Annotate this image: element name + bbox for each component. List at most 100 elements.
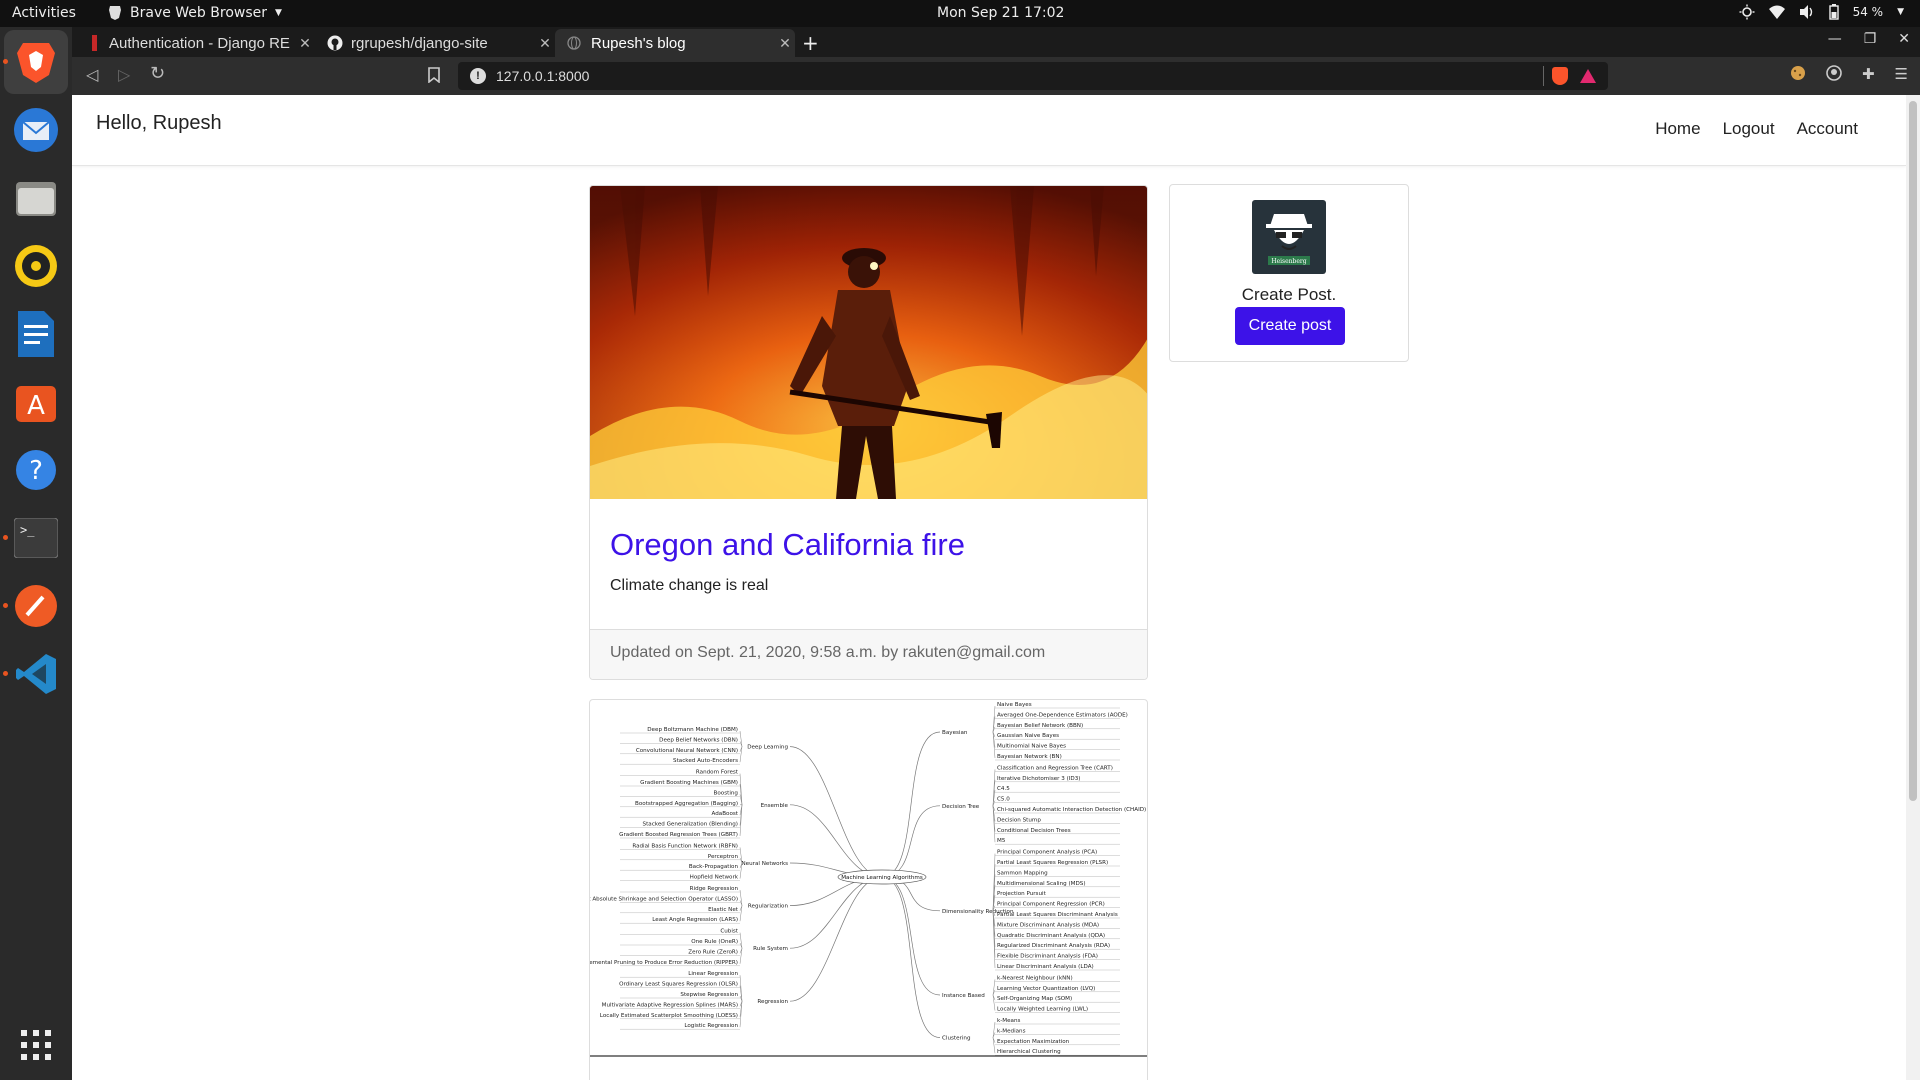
mindmap-leaf: Deep Belief Networks (DBN) bbox=[659, 737, 738, 743]
mindmap-leaf: Conditional Decision Trees bbox=[997, 828, 1071, 834]
show-applications-icon[interactable] bbox=[11, 1020, 61, 1070]
github-icon[interactable] bbox=[1826, 65, 1842, 81]
mindmap-leaf: Projection Pursuit bbox=[997, 891, 1047, 897]
mindmap-leaf: Expectation Maximization bbox=[997, 1039, 1070, 1045]
tab-github[interactable]: rgrupesh/django-site ✕ bbox=[315, 29, 555, 57]
mindmap-image[interactable]: Deep Learning Deep Boltzmann Machine (DBM… bbox=[590, 700, 1148, 1080]
svg-text:>_: >_ bbox=[20, 523, 35, 537]
post-image-firefighter[interactable] bbox=[590, 186, 1147, 499]
mindmap-leaf: Deep Boltzmann Machine (DBM) bbox=[647, 727, 738, 733]
rhythmbox-icon[interactable] bbox=[11, 241, 61, 291]
close-icon[interactable]: ✕ bbox=[295, 35, 315, 52]
post-title[interactable]: Oregon and California fire bbox=[610, 527, 1127, 563]
volume-icon bbox=[1799, 5, 1812, 19]
post-footer: Updated on Sept. 21, 2020, 9:58 a.m. by … bbox=[590, 629, 1147, 679]
mindmap-leaf: Cubist bbox=[720, 929, 738, 935]
close-icon[interactable]: ✕ bbox=[1898, 31, 1910, 47]
mindmap-leaf: Least Angle Regression (LARS) bbox=[652, 917, 738, 923]
mindmap-leaf: Classification and Regression Tree (CART… bbox=[997, 765, 1113, 771]
postman-icon[interactable] bbox=[11, 581, 61, 631]
mindmap-leaf: Gradient Boosting Machines (GBM) bbox=[640, 780, 738, 786]
window-controls: — ❐ ✕ bbox=[1828, 31, 1910, 47]
mindmap-leaf: Random Forest bbox=[696, 770, 739, 776]
back-icon[interactable]: ◁ bbox=[86, 65, 98, 84]
nav-account-link[interactable]: Account bbox=[1797, 119, 1858, 139]
files-icon[interactable] bbox=[11, 173, 61, 223]
menu-icon[interactable]: ☰ bbox=[1895, 65, 1908, 83]
mindmap-branch bbox=[789, 876, 883, 949]
night-light-icon bbox=[1739, 4, 1755, 20]
app-menu[interactable]: Brave Web Browser ▼ bbox=[108, 5, 282, 21]
close-icon[interactable]: ✕ bbox=[535, 35, 555, 52]
mindmap-leaf: AdaBoost bbox=[712, 811, 739, 817]
terminal-icon[interactable]: >_ bbox=[11, 513, 61, 563]
avatar: Heisenberg bbox=[1252, 200, 1326, 274]
libreoffice-writer-icon[interactable] bbox=[11, 309, 61, 359]
mindmap-leaf: Mixture Discriminant Analysis (MDA) bbox=[997, 922, 1099, 928]
mindmap-leaf: Least Absolute Shrinkage and Selection O… bbox=[590, 896, 738, 902]
scrollbar[interactable] bbox=[1906, 95, 1920, 1080]
mindmap-leaf: Sammon Mapping bbox=[997, 870, 1048, 876]
tab-strip: Authentication - Django RE ✕ rgrupesh/dj… bbox=[72, 27, 1920, 57]
running-indicator bbox=[3, 671, 8, 676]
mindmap-leaf: Principal Component Regression (PCR) bbox=[997, 902, 1105, 908]
activities-button[interactable]: Activities bbox=[12, 5, 76, 21]
mindmap-category: Instance Based bbox=[942, 993, 985, 999]
post-card-mindmap: Deep Learning Deep Boltzmann Machine (DBM… bbox=[589, 699, 1148, 1080]
brave-rewards-icon[interactable] bbox=[1580, 69, 1596, 83]
dock: A ? >_ bbox=[0, 27, 72, 1080]
browser-window: Authentication - Django RE ✕ rgrupesh/dj… bbox=[72, 27, 1920, 1080]
site-info-icon[interactable]: ! bbox=[470, 68, 486, 84]
close-icon[interactable]: ✕ bbox=[775, 35, 795, 52]
mindmap-leaf: Multidimensional Scaling (MDS) bbox=[997, 881, 1086, 887]
site-navbar: Hello, Rupesh Home Logout Account bbox=[72, 95, 1906, 166]
mindmap-leaf: Iterative Dichotomiser 3 (ID3) bbox=[997, 776, 1080, 782]
cookie-icon[interactable] bbox=[1790, 65, 1806, 81]
forward-icon[interactable]: ▷ bbox=[118, 65, 130, 84]
minimize-icon[interactable]: — bbox=[1828, 31, 1842, 47]
mindmap-leaf: Repeated Incremental Pruning to Produce … bbox=[590, 960, 738, 966]
vscode-icon[interactable] bbox=[11, 649, 61, 699]
mindmap-leaf: k-Nearest Neighbour (kNN) bbox=[997, 975, 1073, 981]
running-indicator bbox=[3, 535, 8, 540]
maximize-icon[interactable]: ❐ bbox=[1864, 31, 1877, 47]
mindmap-leaf: Principal Component Analysis (PCA) bbox=[997, 850, 1097, 856]
running-indicator bbox=[3, 59, 8, 64]
clock[interactable]: Mon Sep 21 17:02 bbox=[937, 5, 1064, 21]
mindmap-leaf: Radial Basis Function Network (RBFN) bbox=[632, 843, 738, 849]
mindmap-leaf: One Rule (OneR) bbox=[691, 939, 738, 945]
tab-authentication[interactable]: Authentication - Django RE ✕ bbox=[80, 29, 315, 57]
mindmap-leaf: k-Medians bbox=[997, 1028, 1026, 1034]
tab-rupesh-blog[interactable]: Rupesh's blog ✕ bbox=[555, 29, 795, 57]
system-tray[interactable]: 54 % ▼ bbox=[1739, 4, 1904, 20]
mindmap-leaf: Hierarchical Clustering bbox=[997, 1049, 1061, 1055]
scrollbar-thumb[interactable] bbox=[1909, 101, 1917, 801]
brave-browser-icon[interactable] bbox=[11, 37, 61, 87]
nav-links: Home Logout Account bbox=[1655, 119, 1858, 139]
new-tab-plus-icon[interactable]: + bbox=[802, 31, 819, 55]
brave-shields-icon[interactable] bbox=[1552, 67, 1568, 85]
mindmap-leaf: Multinomial Naive Bayes bbox=[997, 744, 1066, 750]
mindmap-leaf: Stepwise Regression bbox=[680, 992, 738, 998]
mindmap-leaf: Stacked Auto-Encoders bbox=[673, 758, 738, 764]
ubuntu-software-icon[interactable]: A bbox=[11, 377, 61, 427]
mindmap-leaf: Boosting bbox=[714, 790, 739, 796]
reload-icon[interactable]: ↻ bbox=[150, 63, 165, 84]
help-icon[interactable]: ? bbox=[11, 445, 61, 495]
mindmap-leaf: Self-Organizing Map (SOM) bbox=[997, 996, 1072, 1002]
mindmap-leaf: Gaussian Naive Bayes bbox=[997, 733, 1059, 739]
nav-logout-link[interactable]: Logout bbox=[1723, 119, 1775, 139]
mindmap-leaf: Locally Weighted Learning (LWL) bbox=[997, 1007, 1088, 1013]
post-card: Oregon and California fire Climate chang… bbox=[589, 185, 1148, 680]
bookmark-icon[interactable] bbox=[428, 67, 440, 83]
mindmap-leaf: k-Means bbox=[997, 1018, 1020, 1024]
mindmap-category: Rule System bbox=[753, 946, 788, 952]
mindmap-branch bbox=[881, 876, 941, 1038]
mindmap-leaf: Partial Least Squares Regression (PLSR) bbox=[997, 860, 1108, 866]
create-post-button[interactable]: Create post bbox=[1235, 307, 1345, 345]
nav-home-link[interactable]: Home bbox=[1655, 119, 1700, 139]
address-bar[interactable]: ! 127.0.0.1:8000 bbox=[458, 62, 1608, 90]
thunderbird-icon[interactable] bbox=[11, 105, 61, 155]
extensions-puzzle-icon[interactable]: ✚ bbox=[1862, 65, 1875, 83]
globe-icon bbox=[567, 36, 581, 50]
